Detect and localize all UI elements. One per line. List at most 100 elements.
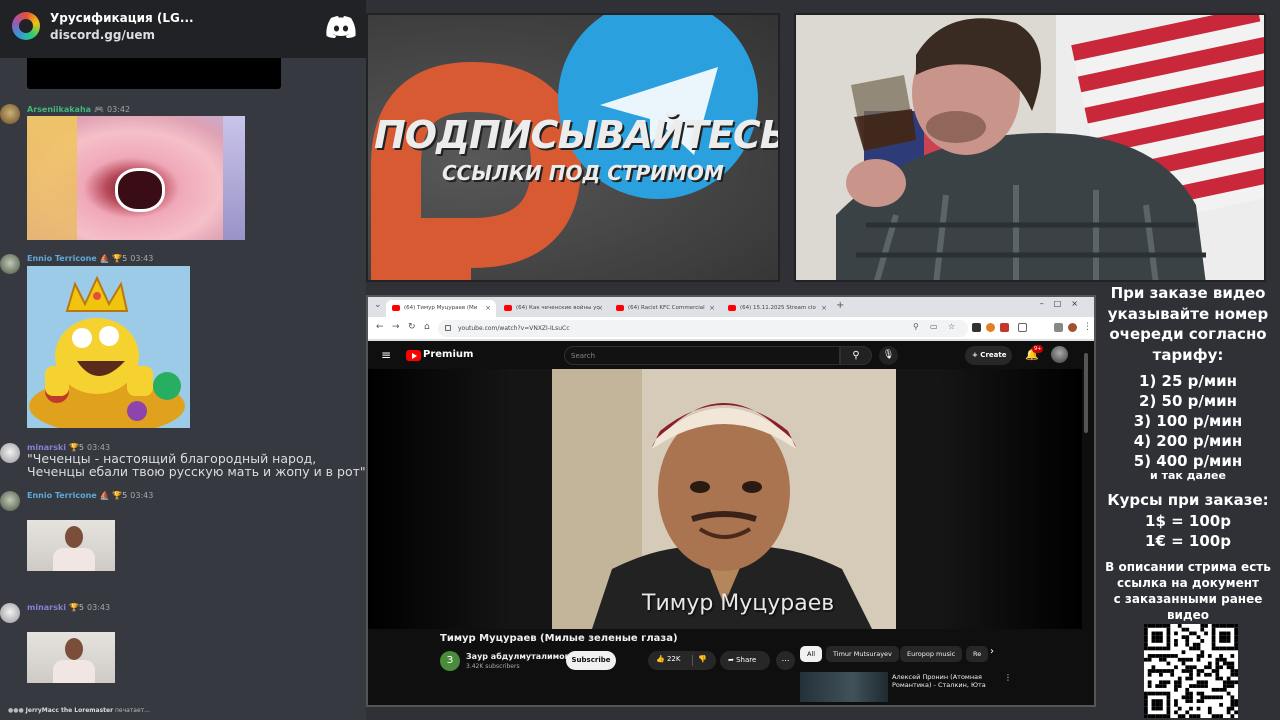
tab-label: (64) Как чеченские войны ус (516, 305, 600, 311)
channel-avatar[interactable]: З (440, 651, 460, 671)
recommended-more-icon[interactable]: ⋮ (1004, 673, 1012, 682)
qr-code-icon[interactable] (1144, 624, 1238, 718)
message-image-woman[interactable] (27, 520, 115, 571)
avatar[interactable] (0, 104, 20, 124)
woman-body (53, 548, 95, 571)
extension-icon[interactable] (972, 323, 981, 332)
account-avatar[interactable] (1051, 346, 1068, 363)
extensions-puzzle-icon[interactable] (1018, 323, 1027, 332)
like-count: 22K (666, 655, 681, 663)
tariff-item: 2) 50 р/мин (1139, 392, 1237, 410)
typing-indicator: ●●● JerryMacc the Loremaster печатает... (8, 707, 150, 714)
message-image-previous[interactable] (27, 58, 281, 89)
url-input[interactable]: youtube.com/watch?v=VNXZI-ILsuCc (438, 320, 968, 337)
youtube-page: ≡ Premium Search ⚲ 🎙 + Create 🔔 9+ Тимур… (368, 341, 1094, 705)
avatar[interactable] (0, 443, 20, 463)
message-header: Ennio Terricone ⛵ 🏆5 03:43 (27, 491, 153, 500)
tariff-item: 1) 25 р/мин (1139, 372, 1237, 390)
youtube-logo-icon[interactable] (406, 350, 421, 361)
chip-truncated[interactable]: Re (966, 646, 988, 662)
new-tab-button[interactable]: + (836, 300, 844, 311)
video-portrait (552, 369, 896, 629)
description-note: В описании стрима есть ссылка на докумен… (1096, 559, 1280, 623)
search-icon[interactable]: ⚲ (840, 346, 872, 365)
webcam-feed (794, 13, 1266, 282)
message-author[interactable]: Ennio Terricone (27, 491, 97, 500)
tab-timur[interactable]: (64) Тимур Муцураев (Ми × (386, 300, 496, 317)
avatar[interactable] (0, 603, 20, 623)
subscribe-button[interactable]: Subscribe (566, 651, 616, 670)
notification-count-badge: 9+ (1032, 345, 1044, 353)
video-caption-text: Тимур Муцураев (642, 591, 835, 616)
divider (692, 655, 693, 666)
recommended-title[interactable]: Алексей Пронин (Атомная Романтика) - Ста… (892, 673, 992, 689)
message-image-homer-king[interactable] (27, 266, 190, 428)
qr-pattern (1144, 624, 1238, 718)
tab-label: (64) 15.11.2025 Stream clo (740, 305, 816, 311)
recommended-title-line: Романтика) - Сталкин, Юта (892, 681, 986, 689)
close-tab-icon[interactable]: × (821, 304, 827, 312)
message-timestamp: 03:43 (87, 603, 111, 612)
message-image-anime[interactable] (27, 116, 245, 240)
hamburger-menu-icon[interactable]: ≡ (381, 348, 391, 362)
recommended-thumbnail[interactable] (800, 672, 888, 702)
youtube-favicon-icon (728, 305, 736, 311)
tab-chechen-wars[interactable]: (64) Как чеченские войны ус × (498, 300, 608, 317)
order-instructions: При заказе видео указывайте номер очеред… (1096, 283, 1280, 365)
server-icon[interactable] (12, 12, 40, 40)
tab-stream[interactable]: (64) 15.11.2025 Stream clo × (722, 300, 832, 317)
chip-europop[interactable]: Europop music (900, 646, 963, 662)
url-text: youtube.com/watch?v=VNXZI-ILsuCc (458, 325, 570, 332)
avatar[interactable] (0, 254, 20, 274)
close-tab-icon[interactable]: × (597, 304, 603, 312)
discord-chat-overlay: Урусификация (LG... discord.gg/uem Arsen… (0, 0, 366, 720)
site-info-icon[interactable] (445, 325, 451, 331)
youtube-favicon-icon (504, 305, 512, 311)
video-frame: Тимур Муцураев (552, 369, 896, 629)
cast-icon[interactable]: ▭ (930, 322, 938, 331)
tab-strip: ⌄ (64) Тимур Муцураев (Ми × (64) Как чеч… (368, 297, 1094, 317)
close-tab-icon[interactable]: × (485, 304, 491, 312)
scrollbar[interactable] (1084, 353, 1088, 433)
zoom-icon[interactable]: ⚲ (913, 322, 919, 331)
info-line: видео (1166, 608, 1210, 622)
message-image-woman[interactable] (27, 632, 115, 683)
message-author[interactable]: minarski (27, 603, 66, 612)
more-actions-icon[interactable]: ⋯ (776, 651, 795, 670)
window-controls[interactable]: –□× (1040, 299, 1088, 308)
reload-icon[interactable]: ↻ (408, 322, 416, 332)
promo-subtitle: ССЫЛКИ ПОД СТРИМОМ (442, 161, 724, 185)
share-button[interactable]: ➦ Share (720, 651, 770, 670)
thumbs-down-icon[interactable]: 👎 (698, 655, 707, 663)
video-player[interactable]: Тимур Муцураев (368, 369, 1082, 629)
microphone-icon[interactable]: 🎙 (879, 346, 898, 365)
extension-icon[interactable] (986, 323, 995, 332)
create-button[interactable]: + Create (965, 346, 1012, 365)
close-tab-icon[interactable]: × (709, 304, 715, 312)
chevron-right-icon[interactable]: › (990, 646, 994, 657)
message-author[interactable]: Arseniikakaha (27, 105, 91, 114)
search-input[interactable]: Search (564, 346, 840, 365)
chip-all[interactable]: All (800, 646, 823, 662)
invite-link[interactable]: discord.gg/uem (50, 28, 155, 42)
like-button[interactable]: 👍 22K (656, 655, 680, 663)
forward-icon[interactable]: → (392, 322, 400, 332)
bookmark-star-icon[interactable]: ☆ (948, 322, 955, 331)
channel-name[interactable]: Заур абдулмуталимов (466, 652, 570, 661)
thumbs-up-icon: 👍 (656, 655, 665, 663)
message-author[interactable]: Ennio Terricone (27, 254, 97, 263)
rate-item: 1€ = 100р (1145, 532, 1231, 550)
sidebar-icon[interactable] (1054, 323, 1063, 332)
avatar[interactable] (0, 491, 20, 511)
rates-title: Курсы при заказе: (1107, 491, 1269, 509)
home-icon[interactable]: ⌂ (424, 322, 430, 332)
tab-search-icon[interactable]: ⌄ (374, 300, 382, 310)
tab-kfc[interactable]: (64) Racist KFC Commercial × (610, 300, 720, 317)
chip-timur-mutsurayev[interactable]: Timur Mutsurayev (826, 646, 899, 662)
back-icon[interactable]: ← (376, 322, 384, 332)
profile-icon[interactable] (1068, 323, 1077, 332)
extension-icon[interactable] (1000, 323, 1009, 332)
youtube-logo-text[interactable]: Premium (423, 349, 473, 360)
kebab-menu-icon[interactable]: ⋮ (1083, 322, 1092, 332)
youtube-favicon-icon (616, 305, 624, 311)
